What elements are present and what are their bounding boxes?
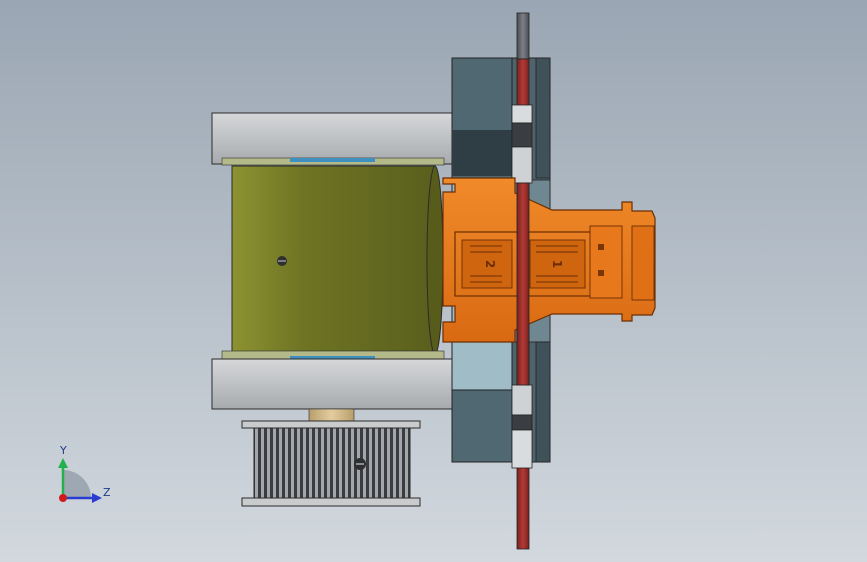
connector-pin-upper[interactable]	[598, 244, 604, 250]
bottom-flange[interactable]	[211, 358, 453, 410]
motor-screw-slot	[278, 260, 286, 262]
timing-pulley[interactable]	[241, 420, 421, 507]
rod-upper-bushing-dark	[511, 122, 533, 148]
rod-front-pass	[516, 182, 530, 386]
triad-z-label: Z	[103, 486, 111, 499]
top-flange[interactable]	[211, 112, 453, 165]
triad-x-axis-origin	[59, 494, 67, 502]
pulley-top-flange	[241, 420, 421, 429]
pulley-bottom-flange	[241, 497, 421, 507]
rear-plate-lower-dark	[451, 389, 513, 463]
connector-pin-lower[interactable]	[598, 270, 604, 276]
top-bearing-accent	[290, 158, 375, 162]
triad-y-label: Y	[59, 444, 67, 457]
front-plate-upper-lip	[535, 57, 551, 179]
pulley-teeth	[253, 427, 411, 499]
rod-top-segment	[516, 12, 530, 60]
connector-digit-left: 2	[483, 260, 497, 268]
motor-body-end	[426, 165, 444, 355]
connector-latch-1	[589, 225, 623, 299]
connector-latch-2	[631, 225, 655, 301]
rod-upper-bushing	[511, 104, 533, 124]
rod-lower-collar	[511, 384, 533, 416]
rear-plate-shadow	[452, 130, 512, 176]
front-plate-lower-lip	[535, 341, 551, 463]
motor-body[interactable]	[231, 165, 436, 355]
pulley-set-screw-slot	[356, 463, 364, 465]
rod-lower-bushing-dark	[511, 414, 533, 431]
connector-digit-right: 1	[550, 260, 564, 268]
rod-lower-bushing	[511, 429, 533, 469]
cad-3d-viewport[interactable]: 2 1 Y Z	[0, 0, 867, 562]
